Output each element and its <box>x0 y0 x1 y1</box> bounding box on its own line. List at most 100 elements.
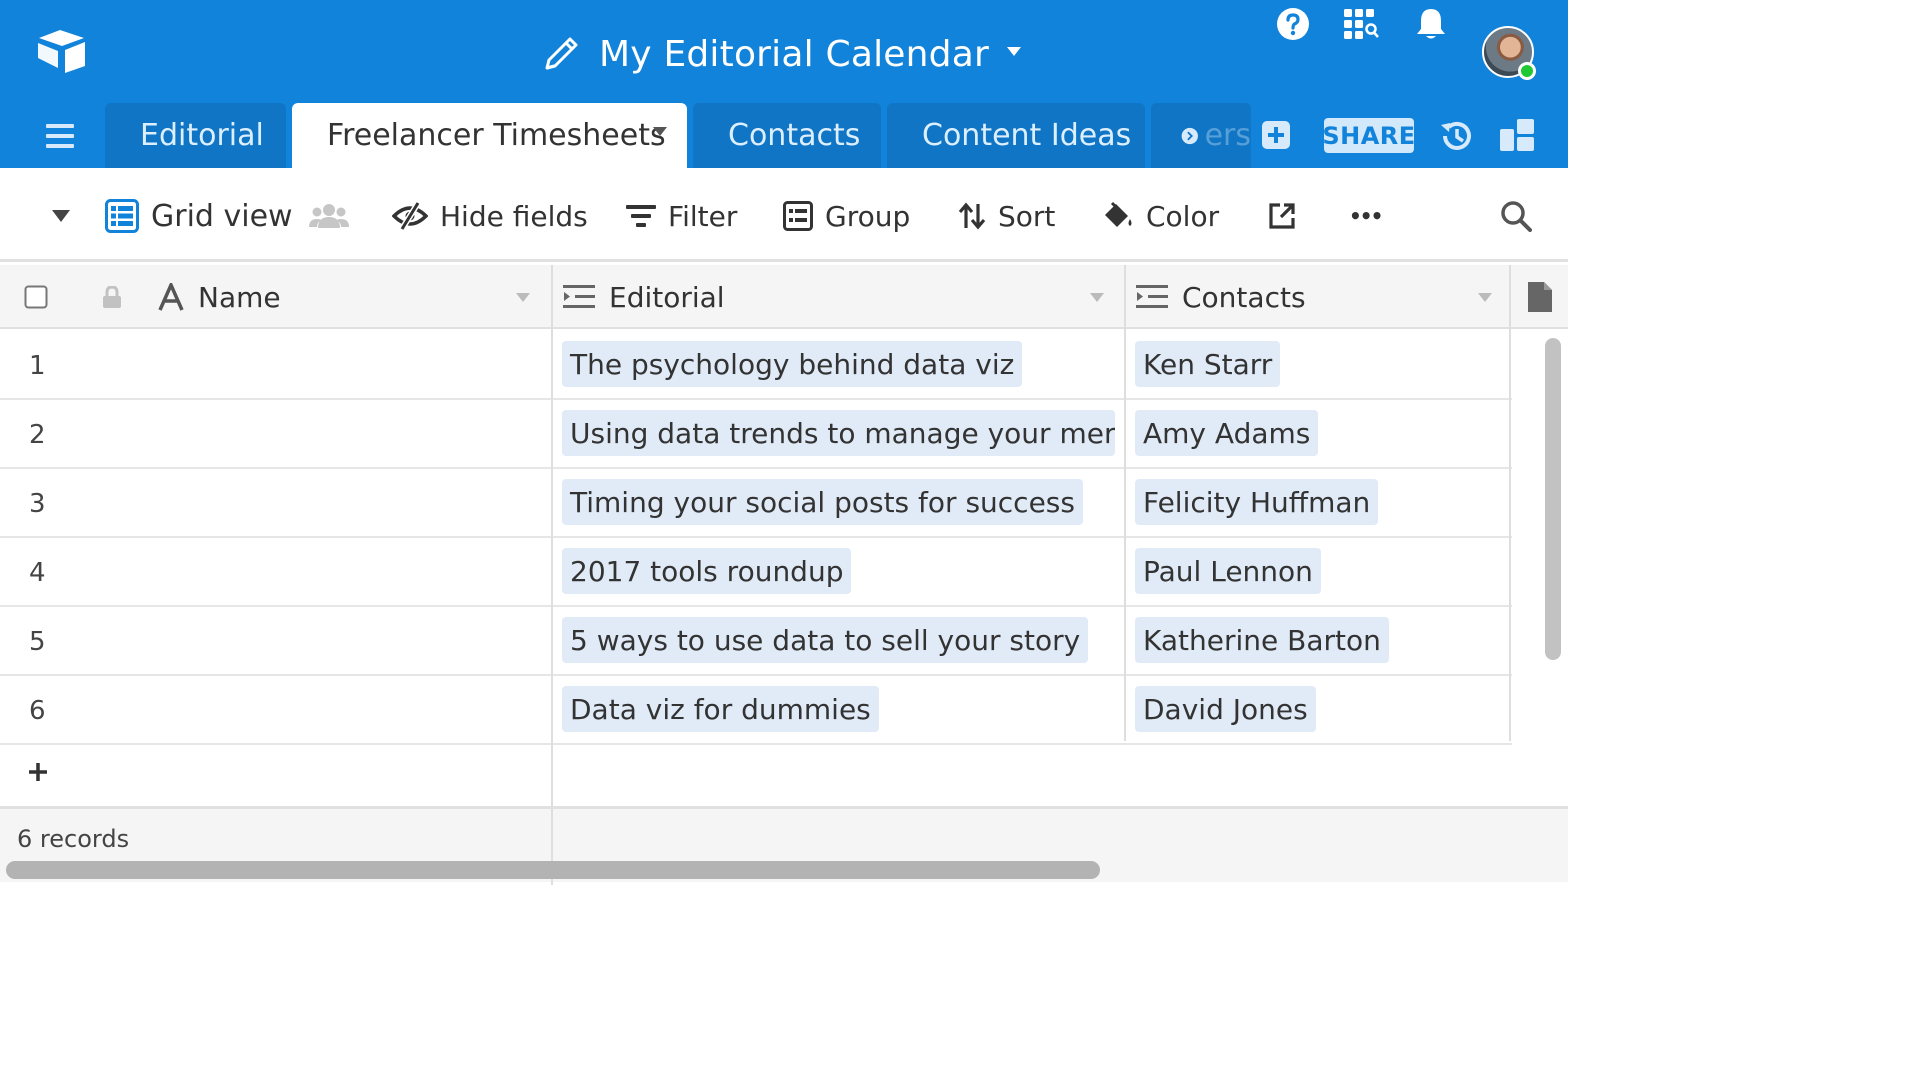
editorial-link-pill[interactable]: 2017 tools roundup <box>562 548 852 594</box>
vertical-scrollbar[interactable] <box>1545 338 1561 660</box>
chevron-down-icon[interactable] <box>1478 293 1492 302</box>
more-options-button[interactable]: ••• <box>1349 198 1383 234</box>
view-switcher[interactable]: Grid view <box>105 198 361 234</box>
blocks-button[interactable] <box>1500 119 1534 151</box>
airtable-logo-icon[interactable] <box>36 28 88 74</box>
caret-down-icon <box>52 210 70 222</box>
tab-contacts[interactable]: Contacts <box>693 103 881 168</box>
horizontal-scrollbar[interactable] <box>6 861 1100 879</box>
grid-footer: 6 records <box>0 806 1568 885</box>
column-header-name[interactable]: Name <box>158 265 536 329</box>
table-row[interactable]: 4 2017 tools roundup Paul Lennon <box>0 538 1512 607</box>
notifications-button[interactable] <box>1411 0 1451 48</box>
primary-field-lock <box>102 265 122 329</box>
eye-slash-icon <box>392 202 428 230</box>
collaborative-view-icon <box>308 204 349 228</box>
view-name: Grid view <box>151 198 293 234</box>
tab-overflow-label: ers <box>1204 118 1251 153</box>
editorial-link-pill[interactable]: Using data trends to manage your merchan… <box>562 410 1115 456</box>
editorial-link-pill[interactable]: 5 ways to use data to sell your story <box>562 617 1089 663</box>
checkbox-icon <box>24 285 48 309</box>
chevron-down-icon[interactable] <box>653 127 667 137</box>
table-row[interactable]: 5 5 ways to use data to sell your story … <box>0 607 1512 676</box>
linked-record-icon <box>1136 285 1168 308</box>
hide-fields-button[interactable]: Hide fields <box>392 198 588 234</box>
row-number: 6 <box>29 695 46 726</box>
question-circle-icon <box>1277 8 1309 40</box>
grid-view-icon <box>105 199 139 233</box>
tab-content-ideas[interactable]: Content Ideas <box>887 103 1145 168</box>
row-number: 3 <box>29 488 46 519</box>
group-button[interactable]: Group <box>783 198 910 234</box>
history-button[interactable] <box>1438 118 1474 154</box>
record-count: 6 records <box>17 825 130 853</box>
tab-label: Contacts <box>728 118 861 153</box>
chevron-down-icon[interactable] <box>516 293 530 302</box>
history-icon <box>1441 121 1471 150</box>
contact-link-pill[interactable]: Ken Starr <box>1135 341 1281 387</box>
row-number: 4 <box>29 557 46 588</box>
column-header-contacts[interactable]: Contacts <box>1136 265 1492 329</box>
user-avatar[interactable] <box>1482 26 1536 80</box>
tab-label: Freelancer Timesheets <box>327 118 666 153</box>
contact-link-pill[interactable]: Katherine Barton <box>1135 617 1389 663</box>
chevron-right-circle-icon[interactable] <box>1181 122 1199 150</box>
row-number: 2 <box>29 419 46 450</box>
editorial-link-pill[interactable]: Data viz for dummies <box>562 686 879 732</box>
table-row[interactable]: 3 Timing your social posts for success F… <box>0 469 1512 538</box>
external-share-icon <box>1269 203 1295 229</box>
contact-link-pill[interactable]: David Jones <box>1135 686 1316 732</box>
column-divider[interactable] <box>1124 265 1126 741</box>
tab-label: Content Ideas <box>922 118 1132 153</box>
table-row[interactable]: 6 Data viz for dummies David Jones <box>0 676 1512 745</box>
hide-fields-label: Hide fields <box>440 199 588 233</box>
column-title: Contacts <box>1182 280 1306 314</box>
column-header-editorial[interactable]: Editorial <box>563 265 1108 329</box>
online-status-dot <box>1518 62 1536 80</box>
column-divider[interactable] <box>551 265 553 882</box>
base-name[interactable]: My Editorial Calendar <box>599 34 989 75</box>
color-label: Color <box>1146 199 1220 233</box>
share-button[interactable]: SHARE <box>1322 118 1415 153</box>
table-row[interactable]: 1 The psychology behind data viz Ken Sta… <box>0 331 1512 400</box>
contact-link-pill[interactable]: Amy Adams <box>1135 410 1319 456</box>
search-button[interactable] <box>1500 198 1544 234</box>
add-table-button[interactable] <box>1262 121 1290 149</box>
search-icon <box>1501 201 1532 232</box>
hamburger-menu-icon[interactable] <box>46 124 76 148</box>
help-button[interactable] <box>1273 0 1313 48</box>
sort-arrows-icon <box>958 202 986 230</box>
editorial-link-pill[interactable]: The psychology behind data viz <box>562 341 1023 387</box>
blocks-icon <box>1500 119 1534 151</box>
pencil-icon[interactable] <box>541 34 581 74</box>
row-number: 1 <box>29 350 46 381</box>
group-icon <box>783 201 813 231</box>
tab-freelancer-timesheets[interactable]: Freelancer Timesheets <box>292 103 687 168</box>
apps-button[interactable] <box>1341 0 1381 48</box>
plus-square-icon <box>1262 121 1290 149</box>
row-number: 5 <box>29 626 46 657</box>
contact-link-pill[interactable]: Paul Lennon <box>1135 548 1321 594</box>
column-title: Editorial <box>609 280 725 314</box>
column-header-attachment[interactable] <box>1528 265 1552 329</box>
sort-button[interactable]: Sort <box>958 198 1055 234</box>
more-options-label: ••• <box>1349 204 1383 228</box>
base-title[interactable]: My Editorial Calendar <box>541 34 1021 75</box>
paint-bucket-icon <box>1105 201 1132 227</box>
tab-overflow[interactable]: ers <box>1151 103 1251 168</box>
column-divider[interactable] <box>1509 265 1511 741</box>
column-title: Name <box>198 280 281 314</box>
share-view-button[interactable] <box>1268 198 1308 234</box>
color-button[interactable]: Color <box>1102 198 1219 234</box>
view-list-toggle[interactable] <box>52 198 82 234</box>
chevron-down-icon[interactable] <box>1090 293 1104 302</box>
table-row[interactable]: 2 Using data trends to manage your merch… <box>0 400 1512 469</box>
add-record-plus-icon[interactable] <box>26 760 50 784</box>
editorial-link-pill[interactable]: Timing your social posts for success <box>562 479 1083 525</box>
contact-link-pill[interactable]: Felicity Huffman <box>1135 479 1379 525</box>
app-bar: My Editorial Calendar Editorial Freelanc… <box>0 0 1568 168</box>
select-all-checkbox[interactable] <box>24 265 48 329</box>
chevron-down-icon[interactable] <box>1006 47 1021 57</box>
tab-editorial[interactable]: Editorial <box>105 103 286 168</box>
filter-button[interactable]: Filter <box>626 198 737 234</box>
